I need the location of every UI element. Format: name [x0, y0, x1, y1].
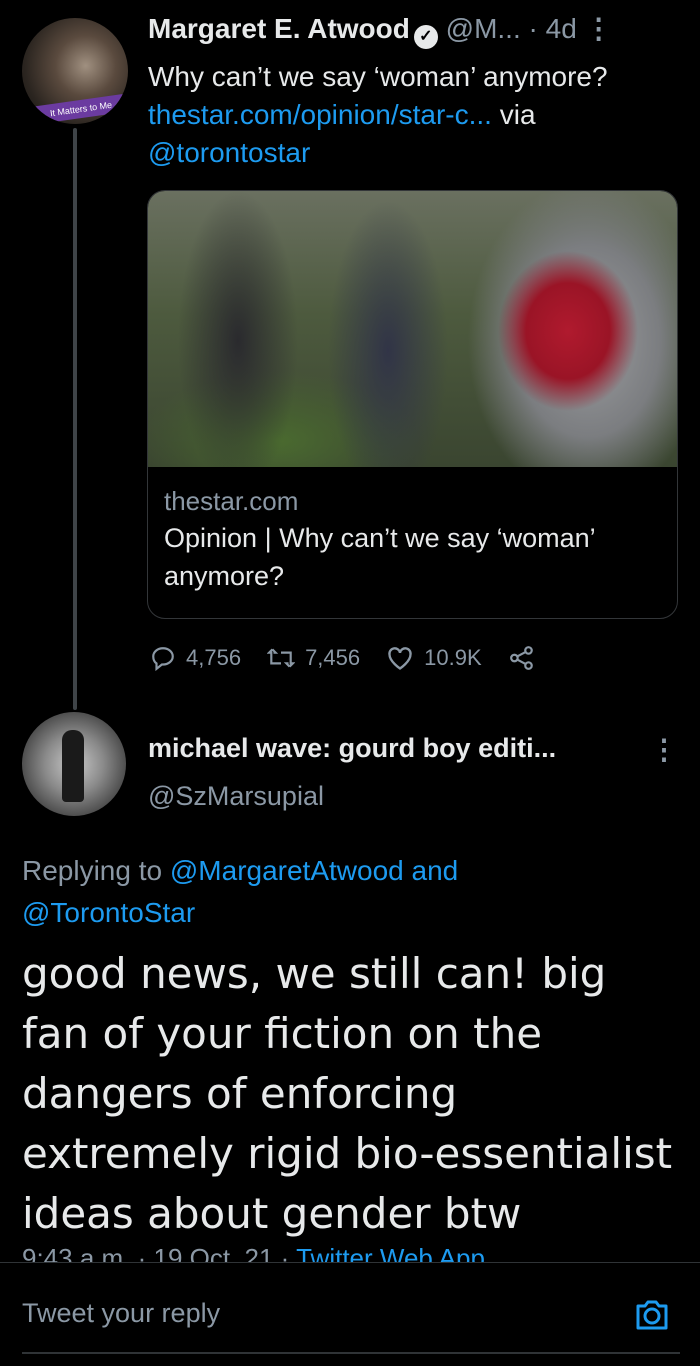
tweet-timestamp[interactable]: 9:43 a.m. · 19 Oct. 21 · — [22, 1243, 289, 1262]
card-image — [148, 191, 677, 467]
retweet-count: 7,456 — [305, 645, 361, 670]
more-options-icon[interactable]: ⋮ — [585, 13, 613, 44]
composer-underline — [22, 1352, 680, 1354]
like-count: 10.9K — [424, 645, 482, 670]
author-display-name[interactable]: Margaret E. Atwood — [148, 13, 410, 44]
replying-to-link-1[interactable]: @MargaretAtwood — [170, 855, 404, 886]
retweet-action[interactable]: 7,456 — [267, 645, 360, 671]
via-handle-link[interactable]: @torontostar — [148, 137, 310, 168]
reply-icon — [152, 647, 174, 671]
link-preview-card[interactable]: thestar.com Opinion | Why can’t we say ‘… — [147, 190, 678, 619]
tweet-time[interactable]: · 4d — [529, 13, 577, 44]
like-action[interactable]: 10.9K — [386, 645, 482, 671]
camera-icon — [636, 1300, 668, 1330]
replying-to-link-2[interactable]: @TorontoStar — [22, 897, 195, 928]
tweet-source-link[interactable]: Twitter Web App — [296, 1243, 485, 1262]
retweet-icon — [267, 648, 296, 668]
share-icon — [509, 646, 533, 670]
reply-author-avatar[interactable] — [22, 712, 126, 816]
divider — [0, 1262, 700, 1263]
author-avatar[interactable]: It Matters to Me — [22, 18, 128, 124]
replying-and: and — [411, 855, 459, 886]
reply-composer-input[interactable]: Tweet your reply — [22, 1298, 220, 1329]
avatar-figure — [62, 730, 84, 802]
tweet-header: Margaret E. Atwood ✓ @M... · 4d ⋮ — [148, 12, 678, 49]
avatar-caption: It Matters to Me — [33, 93, 128, 124]
replying-to-line: Replying to @MargaretAtwood and @Toronto… — [22, 850, 672, 934]
reply-count: 4,756 — [186, 645, 242, 670]
tweet-link[interactable]: thestar.com/opinion/star-c... — [148, 99, 492, 130]
reply-tweet-text: good news, we still can! big fan of your… — [22, 949, 673, 1238]
heart-icon — [388, 647, 412, 670]
tweet-text: Why can’t we say ‘woman’ anymore? thesta… — [148, 58, 678, 172]
reply-more-options-icon[interactable]: ⋮ — [650, 733, 678, 766]
card-domain: thestar.com — [164, 486, 299, 516]
reply-author-handle[interactable]: @SzMarsupial — [148, 781, 324, 812]
tweet-body: Why can’t we say ‘woman’ anymore? — [148, 61, 608, 92]
tweet-metadata: 9:43 a.m. · 19 Oct. 21 · Twitter Web App — [22, 1238, 700, 1262]
reply-author-display-name[interactable]: michael wave: gourd boy editi... — [148, 733, 638, 764]
card-body: thestar.com Opinion | Why can’t we say ‘… — [164, 483, 664, 595]
card-title: Opinion | Why can’t we say ‘woman’ anymo… — [164, 523, 595, 591]
via-label: via — [499, 99, 536, 130]
reply-action[interactable]: 4,756 — [150, 645, 241, 671]
author-handle[interactable]: @M... — [446, 13, 521, 44]
tweet-actions: 4,756 7,456 10.9K — [150, 638, 572, 678]
replying-label: Replying to — [22, 855, 163, 886]
camera-button[interactable] — [632, 1294, 672, 1334]
share-action[interactable] — [508, 645, 546, 671]
verified-badge-icon: ✓ — [413, 25, 438, 49]
thread-connector-line — [73, 128, 77, 710]
